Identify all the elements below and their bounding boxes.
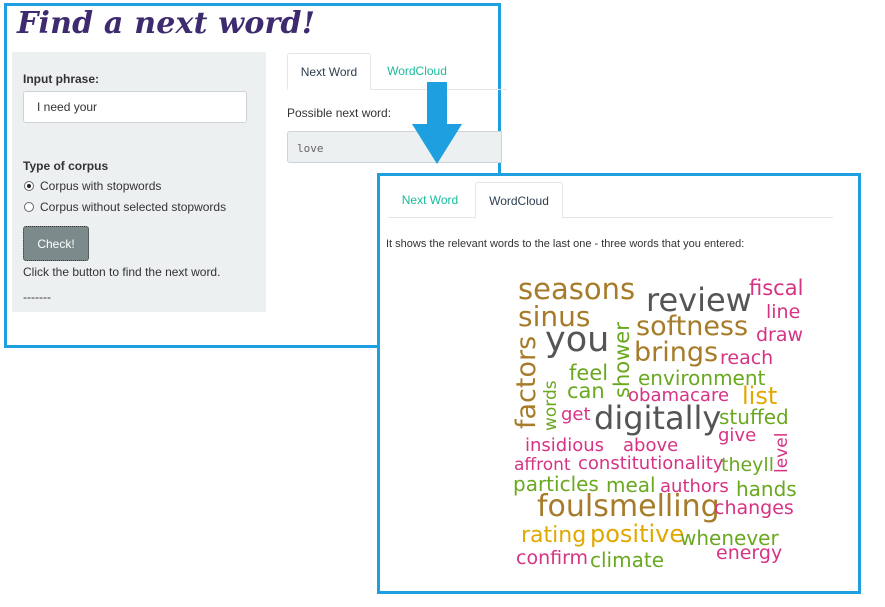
- cloud-word-vertical: factors: [511, 335, 542, 429]
- cloud-word: you: [545, 320, 610, 360]
- app-title: Find a next word!: [17, 6, 316, 41]
- tab-next-word[interactable]: Next Word: [287, 53, 371, 90]
- cloud-word: theyll: [721, 454, 774, 476]
- main-tabs: Next Word WordCloud: [287, 53, 507, 90]
- cloud-word: give: [718, 425, 757, 446]
- cloud-word: energy: [716, 542, 783, 564]
- cloud-word: get: [561, 404, 591, 425]
- input-phrase-field[interactable]: I need your: [23, 91, 247, 123]
- cloud-word: line: [766, 301, 801, 323]
- radio-corpus-with-stopwords[interactable]: [24, 181, 34, 191]
- cloud-word: positive: [590, 520, 685, 548]
- radio-label-with-stopwords: Corpus with stopwords: [40, 179, 162, 193]
- cloud-word: changes: [714, 497, 794, 519]
- cloud-word: brings: [634, 337, 719, 368]
- down-arrow-icon: [412, 82, 462, 164]
- cloud-word-vertical: level: [772, 432, 792, 473]
- check-button[interactable]: Check!: [23, 226, 89, 261]
- button-hint-text: Click the button to find the next word.: [23, 265, 221, 279]
- cloud-word: digitally: [594, 399, 722, 437]
- cloud-word: confirm: [516, 547, 589, 569]
- cloud-word: hands: [736, 477, 797, 501]
- cloud-word: constitutionality: [578, 453, 724, 474]
- input-phrase-label: Input phrase:: [23, 72, 100, 86]
- cloud-word: climate: [590, 548, 664, 572]
- wordcloud-panel: Next Word WordCloud It shows the relevan…: [377, 173, 861, 594]
- cloud-word: softness: [636, 311, 749, 342]
- cloud-word: foulsmelling: [537, 489, 720, 524]
- cloud-word: draw: [756, 324, 804, 346]
- cloud-word: rating: [521, 523, 587, 548]
- cloud-word-vertical: words: [541, 380, 561, 431]
- cloud-word: fiscal: [749, 276, 804, 300]
- corpus-type-label: Type of corpus: [23, 159, 109, 173]
- possible-next-word-label: Possible next word:: [287, 106, 392, 120]
- sidebar-panel: Input phrase: I need your Type of corpus…: [12, 52, 266, 312]
- cloud-word: stuffed: [719, 405, 789, 429]
- word-cloud: seasons review fiscal sinus line softnes…: [380, 176, 858, 591]
- radio-corpus-without-stopwords[interactable]: [24, 202, 34, 212]
- radio-label-without-stopwords: Corpus without selected stopwords: [40, 200, 227, 214]
- separator-text: -------: [23, 290, 51, 304]
